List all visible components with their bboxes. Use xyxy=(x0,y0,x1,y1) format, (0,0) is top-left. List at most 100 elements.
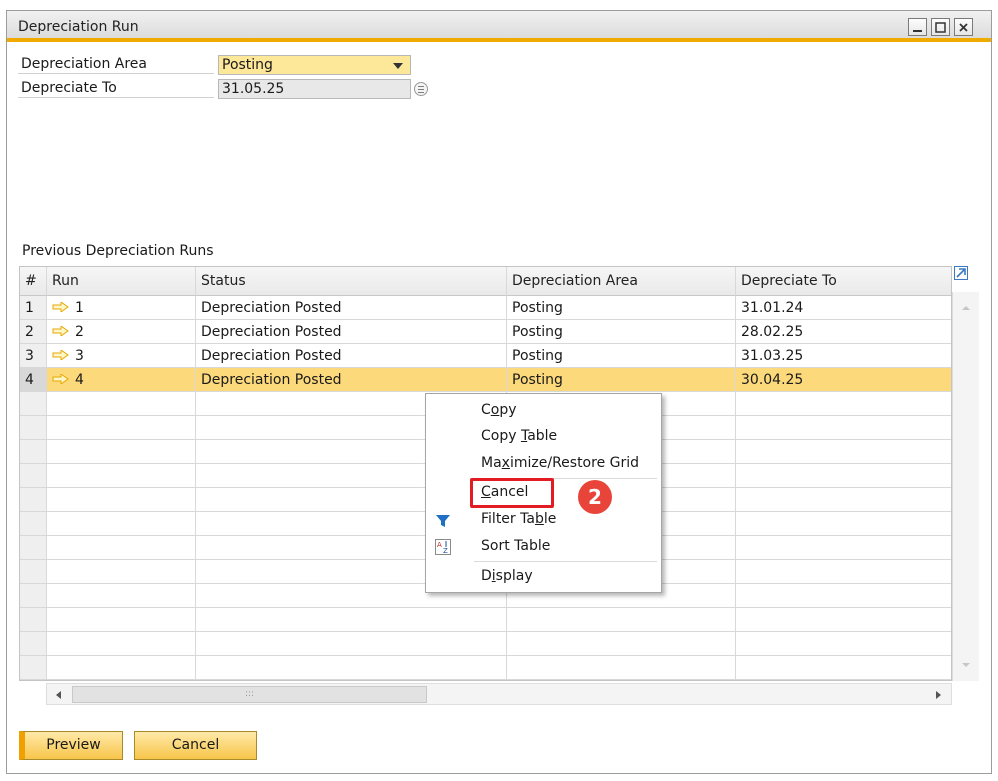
depreciation-area-dropdown[interactable]: Posting xyxy=(218,55,411,75)
menu-item-copy-table[interactable]: Copy Table xyxy=(481,428,557,444)
empty-cell xyxy=(47,440,196,464)
row-number: 4 xyxy=(20,368,47,392)
empty-cell xyxy=(20,560,47,584)
area-cell: Posting xyxy=(507,296,736,320)
empty-cell xyxy=(47,632,196,656)
run-cell[interactable]: 2 xyxy=(47,320,196,344)
maximize-icon[interactable] xyxy=(931,18,950,36)
empty-cell xyxy=(507,608,736,632)
empty-cell xyxy=(20,464,47,488)
empty-cell xyxy=(736,656,951,680)
empty-cell xyxy=(736,560,951,584)
empty-cell xyxy=(736,464,951,488)
menu-separator xyxy=(474,561,657,562)
run-value: 1 xyxy=(75,300,84,316)
link-arrow-icon xyxy=(52,301,69,312)
empty-cell xyxy=(47,464,196,488)
filter-icon xyxy=(436,515,450,527)
empty-cell xyxy=(20,416,47,440)
column-header-status[interactable]: Status xyxy=(196,267,507,296)
empty-cell xyxy=(736,512,951,536)
empty-cell xyxy=(47,560,196,584)
expand-grid-icon[interactable] xyxy=(954,266,968,280)
row-number: 3 xyxy=(20,344,47,368)
empty-cell xyxy=(736,536,951,560)
svg-text:A: A xyxy=(437,541,442,549)
date-picker-icon[interactable] xyxy=(414,82,428,96)
column-header-depreciation-area[interactable]: Depreciation Area xyxy=(507,267,736,296)
menu-item-sort-table[interactable]: Sort Table xyxy=(481,538,550,554)
date-cell: 28.02.25 xyxy=(736,320,951,344)
step-badge: 2 xyxy=(578,480,612,514)
menu-item-filter-table[interactable]: Filter Table xyxy=(481,511,556,527)
empty-cell xyxy=(20,512,47,536)
status-cell: Depreciation Posted xyxy=(196,320,507,344)
cancel-button[interactable]: Cancel xyxy=(134,731,257,760)
row-number: 1 xyxy=(20,296,47,320)
depreciate-to-label: Depreciate To xyxy=(18,79,214,98)
area-cell: Posting xyxy=(507,368,736,392)
empty-cell xyxy=(20,440,47,464)
run-value: 3 xyxy=(75,348,84,364)
empty-cell xyxy=(20,656,47,680)
empty-cell xyxy=(47,488,196,512)
scroll-thumb[interactable]: ::: xyxy=(72,686,427,703)
scroll-up-icon[interactable] xyxy=(962,306,970,310)
empty-cell xyxy=(196,632,507,656)
menu-item-display[interactable]: Display xyxy=(481,568,533,584)
empty-cell xyxy=(47,584,196,608)
area-cell: Posting xyxy=(507,320,736,344)
scroll-down-icon[interactable] xyxy=(962,663,970,667)
menu-item-maximize-restore-grid[interactable]: Maximize/Restore Grid xyxy=(481,455,639,471)
vertical-scrollbar[interactable] xyxy=(952,292,979,681)
empty-cell xyxy=(20,632,47,656)
empty-cell xyxy=(736,440,951,464)
title-bar[interactable]: Depreciation Run xyxy=(7,11,991,42)
empty-cell xyxy=(20,488,47,512)
preview-button[interactable]: Preview xyxy=(19,731,123,760)
column-header-number[interactable]: # xyxy=(20,267,47,296)
minimize-icon[interactable] xyxy=(908,18,927,36)
empty-cell xyxy=(20,392,47,416)
depreciate-to-value: 31.05.25 xyxy=(222,81,285,97)
status-cell: Depreciation Posted xyxy=(196,296,507,320)
empty-cell xyxy=(736,584,951,608)
column-header-run[interactable]: Run xyxy=(47,267,196,296)
window-title: Depreciation Run xyxy=(18,19,139,35)
date-cell: 31.01.24 xyxy=(736,296,951,320)
empty-cell xyxy=(736,632,951,656)
chevron-down-icon xyxy=(393,63,403,69)
depreciation-area-value: Posting xyxy=(222,57,273,73)
empty-cell xyxy=(736,608,951,632)
link-arrow-icon xyxy=(52,325,69,336)
depreciate-to-field[interactable]: 31.05.25 xyxy=(218,79,411,99)
empty-cell xyxy=(47,656,196,680)
horizontal-scrollbar[interactable]: ::: xyxy=(46,683,952,705)
run-cell[interactable]: 4 xyxy=(47,368,196,392)
menu-item-copy[interactable]: Copy xyxy=(481,402,517,418)
sort-az-icon: A Z xyxy=(435,539,451,555)
close-icon[interactable] xyxy=(954,18,973,36)
empty-cell xyxy=(736,488,951,512)
run-cell[interactable]: 3 xyxy=(47,344,196,368)
empty-cell xyxy=(47,392,196,416)
empty-cell xyxy=(47,536,196,560)
grid-caption: Previous Depreciation Runs xyxy=(22,243,214,259)
run-cell[interactable]: 1 xyxy=(47,296,196,320)
status-cell: Depreciation Posted xyxy=(196,368,507,392)
depreciation-area-label: Depreciation Area xyxy=(18,55,214,74)
scroll-left-icon[interactable] xyxy=(56,691,61,699)
empty-cell xyxy=(20,584,47,608)
empty-cell xyxy=(47,512,196,536)
link-arrow-icon xyxy=(52,349,69,360)
run-value: 4 xyxy=(75,372,84,388)
empty-cell xyxy=(507,656,736,680)
empty-cell xyxy=(20,536,47,560)
date-cell: 30.04.25 xyxy=(736,368,951,392)
empty-cell xyxy=(196,656,507,680)
column-header-depreciate-to[interactable]: Depreciate To xyxy=(736,267,951,296)
row-number: 2 xyxy=(20,320,47,344)
cancel-highlight-box xyxy=(470,478,554,508)
empty-cell xyxy=(736,416,951,440)
scroll-right-icon[interactable] xyxy=(936,691,941,699)
